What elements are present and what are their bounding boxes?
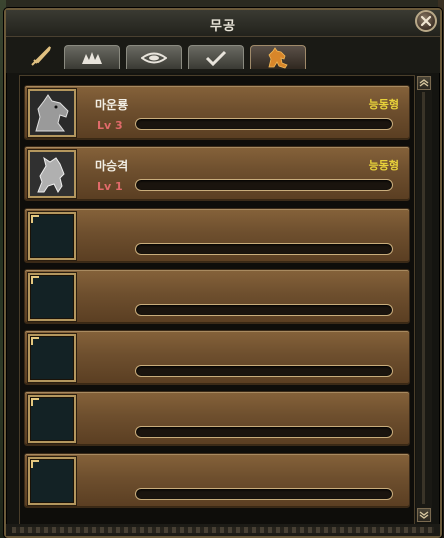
double-chevron-up-icon [419, 79, 429, 87]
skill-row[interactable] [24, 453, 410, 508]
skill-row[interactable] [24, 208, 410, 263]
skill-slot[interactable] [28, 212, 76, 260]
skill-exp-bar [135, 488, 393, 500]
window-bottom-frame [6, 524, 440, 536]
skill-slot[interactable] [28, 150, 76, 198]
skill-name: 마승격 [95, 159, 129, 173]
fret-ornament [12, 527, 434, 533]
skill-row[interactable]: 마운룡 능동형 Lv 3 [24, 85, 410, 140]
skill-exp-bar [135, 426, 393, 438]
list-scrollbar[interactable] [416, 76, 432, 522]
skill-row[interactable] [24, 330, 410, 385]
skill-exp-bar [135, 118, 393, 130]
check-icon [205, 50, 227, 66]
slot-corner-ornament [31, 215, 39, 223]
slot-corner-ornament [31, 276, 39, 284]
tab-bar [6, 37, 440, 73]
skill-name: 마운룡 [95, 98, 129, 112]
skill-exp-bar [135, 304, 393, 316]
skills-window: 무공 마운룡 능동형 Lv 3 마승격 능동형 Lv 1 [4, 8, 442, 538]
window-title: 무공 [210, 19, 236, 34]
skill-list: 마운룡 능동형 Lv 3 마승격 능동형 Lv 1 [19, 75, 415, 525]
skill-exp-bar [135, 365, 393, 377]
scroll-down-button[interactable] [417, 508, 431, 522]
tab-sword[interactable] [28, 43, 54, 69]
skill-exp-bar [135, 243, 393, 255]
burst-icon [82, 51, 102, 64]
skill-slot[interactable] [28, 273, 76, 321]
horse-icon [268, 46, 288, 68]
tab-burst[interactable] [64, 45, 120, 69]
world-background-top [0, 0, 444, 8]
skill-level: Lv 3 [97, 119, 123, 132]
skill-row[interactable]: 마승격 능동형 Lv 1 [24, 146, 410, 201]
tab-check[interactable] [188, 45, 244, 69]
tab-horse[interactable] [250, 45, 306, 69]
skill-type: 능동형 [368, 98, 399, 111]
close-icon [420, 15, 432, 27]
close-button[interactable] [415, 10, 437, 32]
tab-eye[interactable] [126, 45, 182, 69]
eye-icon [141, 52, 167, 63]
skill-level: Lv 1 [97, 180, 123, 193]
scroll-up-button[interactable] [417, 76, 431, 90]
rearing-horse-icon [30, 152, 74, 196]
slot-corner-ornament [31, 398, 39, 406]
double-chevron-down-icon [419, 511, 429, 519]
horse-head-icon [30, 91, 74, 135]
skill-row[interactable] [24, 269, 410, 324]
skill-row[interactable] [24, 391, 410, 446]
skill-slot[interactable] [28, 395, 76, 443]
skill-slot[interactable] [28, 89, 76, 137]
sword-icon [31, 46, 51, 66]
skill-slot[interactable] [28, 334, 76, 382]
skill-slot[interactable] [28, 457, 76, 505]
scroll-track[interactable] [422, 92, 425, 504]
slot-corner-ornament [31, 460, 39, 468]
skill-type: 능동형 [368, 159, 399, 172]
slot-corner-ornament [31, 337, 39, 345]
skill-exp-bar [135, 179, 393, 191]
title-bar[interactable]: 무공 [6, 10, 440, 37]
